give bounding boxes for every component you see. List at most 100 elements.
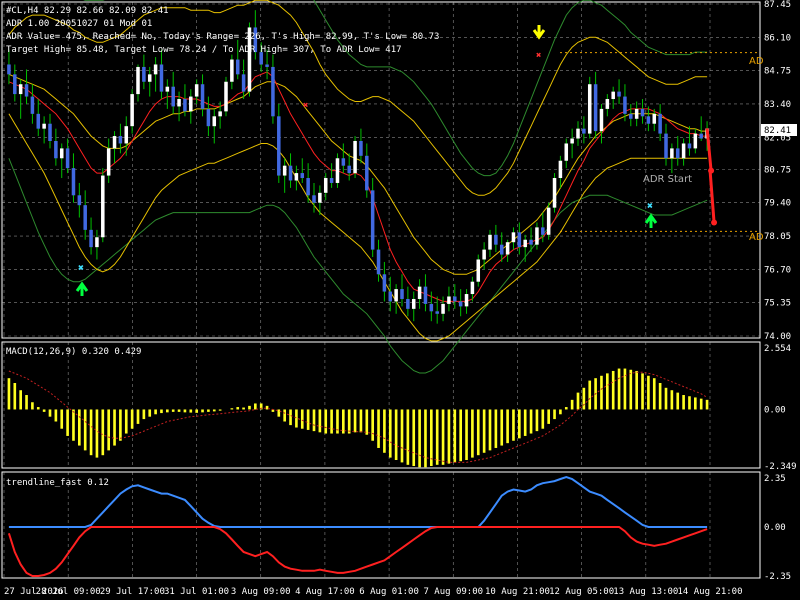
trend-down-line <box>7 526 708 577</box>
candle-body <box>699 133 703 139</box>
candle-body <box>212 116 217 127</box>
candle-body <box>599 108 604 132</box>
candle-body <box>142 66 146 82</box>
projection-segment <box>708 170 716 223</box>
candle-body <box>48 123 52 141</box>
candle-body <box>464 294 469 307</box>
candle-body <box>24 84 29 97</box>
candle-body <box>130 94 134 127</box>
candle-body <box>341 158 346 166</box>
price-tick-label: 80.75 <box>764 165 791 175</box>
cross-marker-icon: ✖ <box>78 263 84 274</box>
candle-body <box>200 84 205 109</box>
macd-tick-label: -2.349 <box>764 462 797 472</box>
candle-body <box>541 227 545 235</box>
candle-body <box>388 291 393 302</box>
candle-body <box>523 239 527 248</box>
price-tick-label: 83.40 <box>764 100 791 110</box>
candle-body <box>376 249 381 275</box>
candle-body <box>71 168 76 196</box>
macd-title: MACD(12,26,9) 0.320 0.429 <box>6 347 141 357</box>
candle-body <box>470 281 475 295</box>
candle-body <box>13 74 17 95</box>
candle-body <box>499 244 504 255</box>
candle-body <box>224 81 228 112</box>
candle-body <box>517 232 522 248</box>
candle-body <box>365 155 369 191</box>
candle-body <box>294 173 299 181</box>
candle-body <box>370 190 375 250</box>
candle-body <box>447 296 451 304</box>
band-yellow-upper-line <box>8 0 708 196</box>
candle-body <box>329 178 334 183</box>
trend-up-line <box>8 475 708 528</box>
candle-body <box>406 298 410 309</box>
time-tick-label: 3 Aug 09:00 <box>231 587 291 597</box>
candle-body <box>558 160 563 179</box>
grid-lines <box>2 2 760 578</box>
candle-body <box>183 99 187 112</box>
cross-marker-icon: ✖ <box>647 201 653 212</box>
candle-body <box>112 136 117 149</box>
projection-segment <box>705 128 713 171</box>
candle-body <box>147 74 152 82</box>
candle-body <box>312 195 316 203</box>
candle-body <box>511 232 516 243</box>
candle-body <box>218 111 222 117</box>
current-price-label: 82.41 <box>764 126 791 136</box>
adr-low-label: AD <box>749 232 764 243</box>
candle-body <box>288 165 293 181</box>
chart-canvas[interactable]: 87.4586.1084.7583.4082.0580.7579.4078.05… <box>0 0 800 600</box>
trend-tick-label: -2.35 <box>764 572 791 582</box>
trend-tick-label: 2.35 <box>764 474 786 484</box>
candle-body <box>18 84 23 95</box>
price-tick-label: 76.70 <box>764 265 791 275</box>
candle-body <box>153 64 158 75</box>
time-tick-label: 31 Jul 01:00 <box>164 587 229 597</box>
candle-body <box>335 158 340 183</box>
candle-body <box>617 91 621 97</box>
candle-body <box>95 237 99 248</box>
candle-body <box>687 143 692 149</box>
down-arrow-icon <box>532 25 546 40</box>
candle-body <box>623 96 627 114</box>
candle-body <box>30 96 35 114</box>
trend-layer <box>7 475 708 577</box>
candle-body <box>7 64 11 75</box>
cross-marker-icon: ✖ <box>536 51 541 61</box>
candle-body <box>587 84 592 134</box>
candle-body <box>570 138 574 144</box>
macd-panel-frame <box>1 341 761 469</box>
candle-body <box>640 108 645 117</box>
trend-tick-label: 0.00 <box>764 523 786 533</box>
candle-body <box>582 128 586 134</box>
ma-red-line <box>8 71 708 302</box>
candle-body <box>42 123 46 129</box>
trend-title: trendline_fast 0.12 <box>6 478 109 488</box>
candle-body <box>670 148 674 159</box>
candle-body <box>83 205 87 230</box>
time-tick-label: 4 Aug 17:00 <box>295 587 355 597</box>
time-tick-label: 13 Aug 13:00 <box>613 587 678 597</box>
price-tick-label: 86.10 <box>764 33 791 43</box>
candle-body <box>101 175 105 238</box>
candle-body <box>124 126 129 144</box>
candle-body <box>664 133 668 159</box>
candle-body <box>564 143 569 161</box>
candle-body <box>546 207 551 235</box>
candle-body <box>552 178 557 208</box>
candle-body <box>400 289 404 299</box>
price-tick-label: 79.40 <box>764 199 791 209</box>
candle-body <box>611 91 615 100</box>
candle-body <box>435 311 439 314</box>
adr-info-line-2: ADR Value= 475, Reached= No, Today's Ran… <box>6 32 439 42</box>
candle-body <box>658 113 662 134</box>
candle-body <box>265 64 269 67</box>
candle-body <box>118 136 123 144</box>
candle-body <box>605 99 610 109</box>
candle-body <box>235 59 240 75</box>
price-tick-label: 74.00 <box>764 332 791 342</box>
adr-high-label: AD <box>749 56 764 67</box>
projection-point <box>711 219 718 226</box>
candle-body <box>634 108 639 119</box>
